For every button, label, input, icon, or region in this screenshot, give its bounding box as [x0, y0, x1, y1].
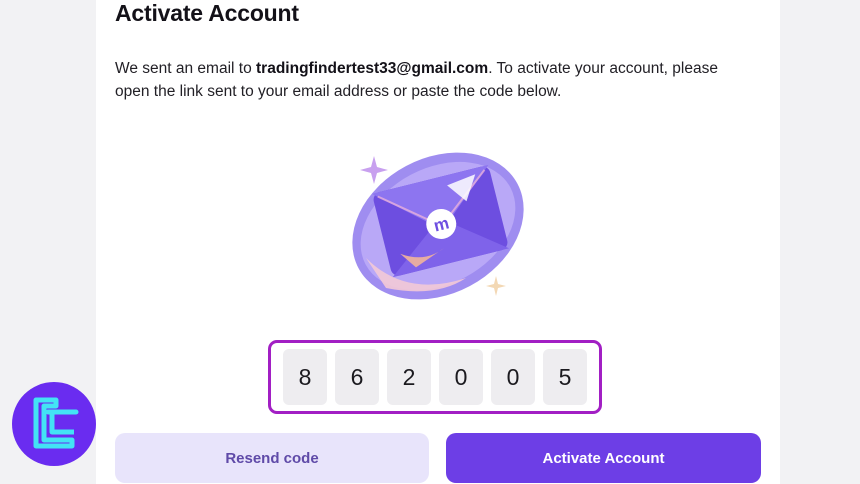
envelope-icon: m — [352, 152, 524, 300]
verification-code-input[interactable]: 8 6 2 0 0 5 — [268, 340, 602, 414]
code-digit-3[interactable]: 2 — [387, 349, 431, 405]
page-title: Activate Account — [115, 0, 299, 26]
right-background — [780, 0, 835, 484]
tradingfinder-logo-icon — [33, 397, 79, 449]
resend-code-button[interactable]: Resend code — [115, 433, 429, 483]
email-address: tradingfindertest33@gmail.com — [256, 60, 489, 77]
code-digit-4[interactable]: 0 — [439, 349, 483, 405]
tradingfinder-logo-badge — [12, 382, 96, 466]
code-digit-1[interactable]: 8 — [283, 349, 327, 405]
instruction-prefix: We sent an email to — [115, 60, 257, 77]
instruction-text: We sent an email to tradingfindertest33@… — [115, 57, 755, 103]
activate-account-card: Activate Account We sent an email to tra… — [96, 0, 780, 484]
code-digit-6[interactable]: 5 — [543, 349, 587, 405]
code-digit-5[interactable]: 0 — [491, 349, 535, 405]
code-digit-2[interactable]: 6 — [335, 349, 379, 405]
activate-account-button[interactable]: Activate Account — [446, 433, 761, 483]
envelope-illustration: m — [346, 148, 536, 313]
